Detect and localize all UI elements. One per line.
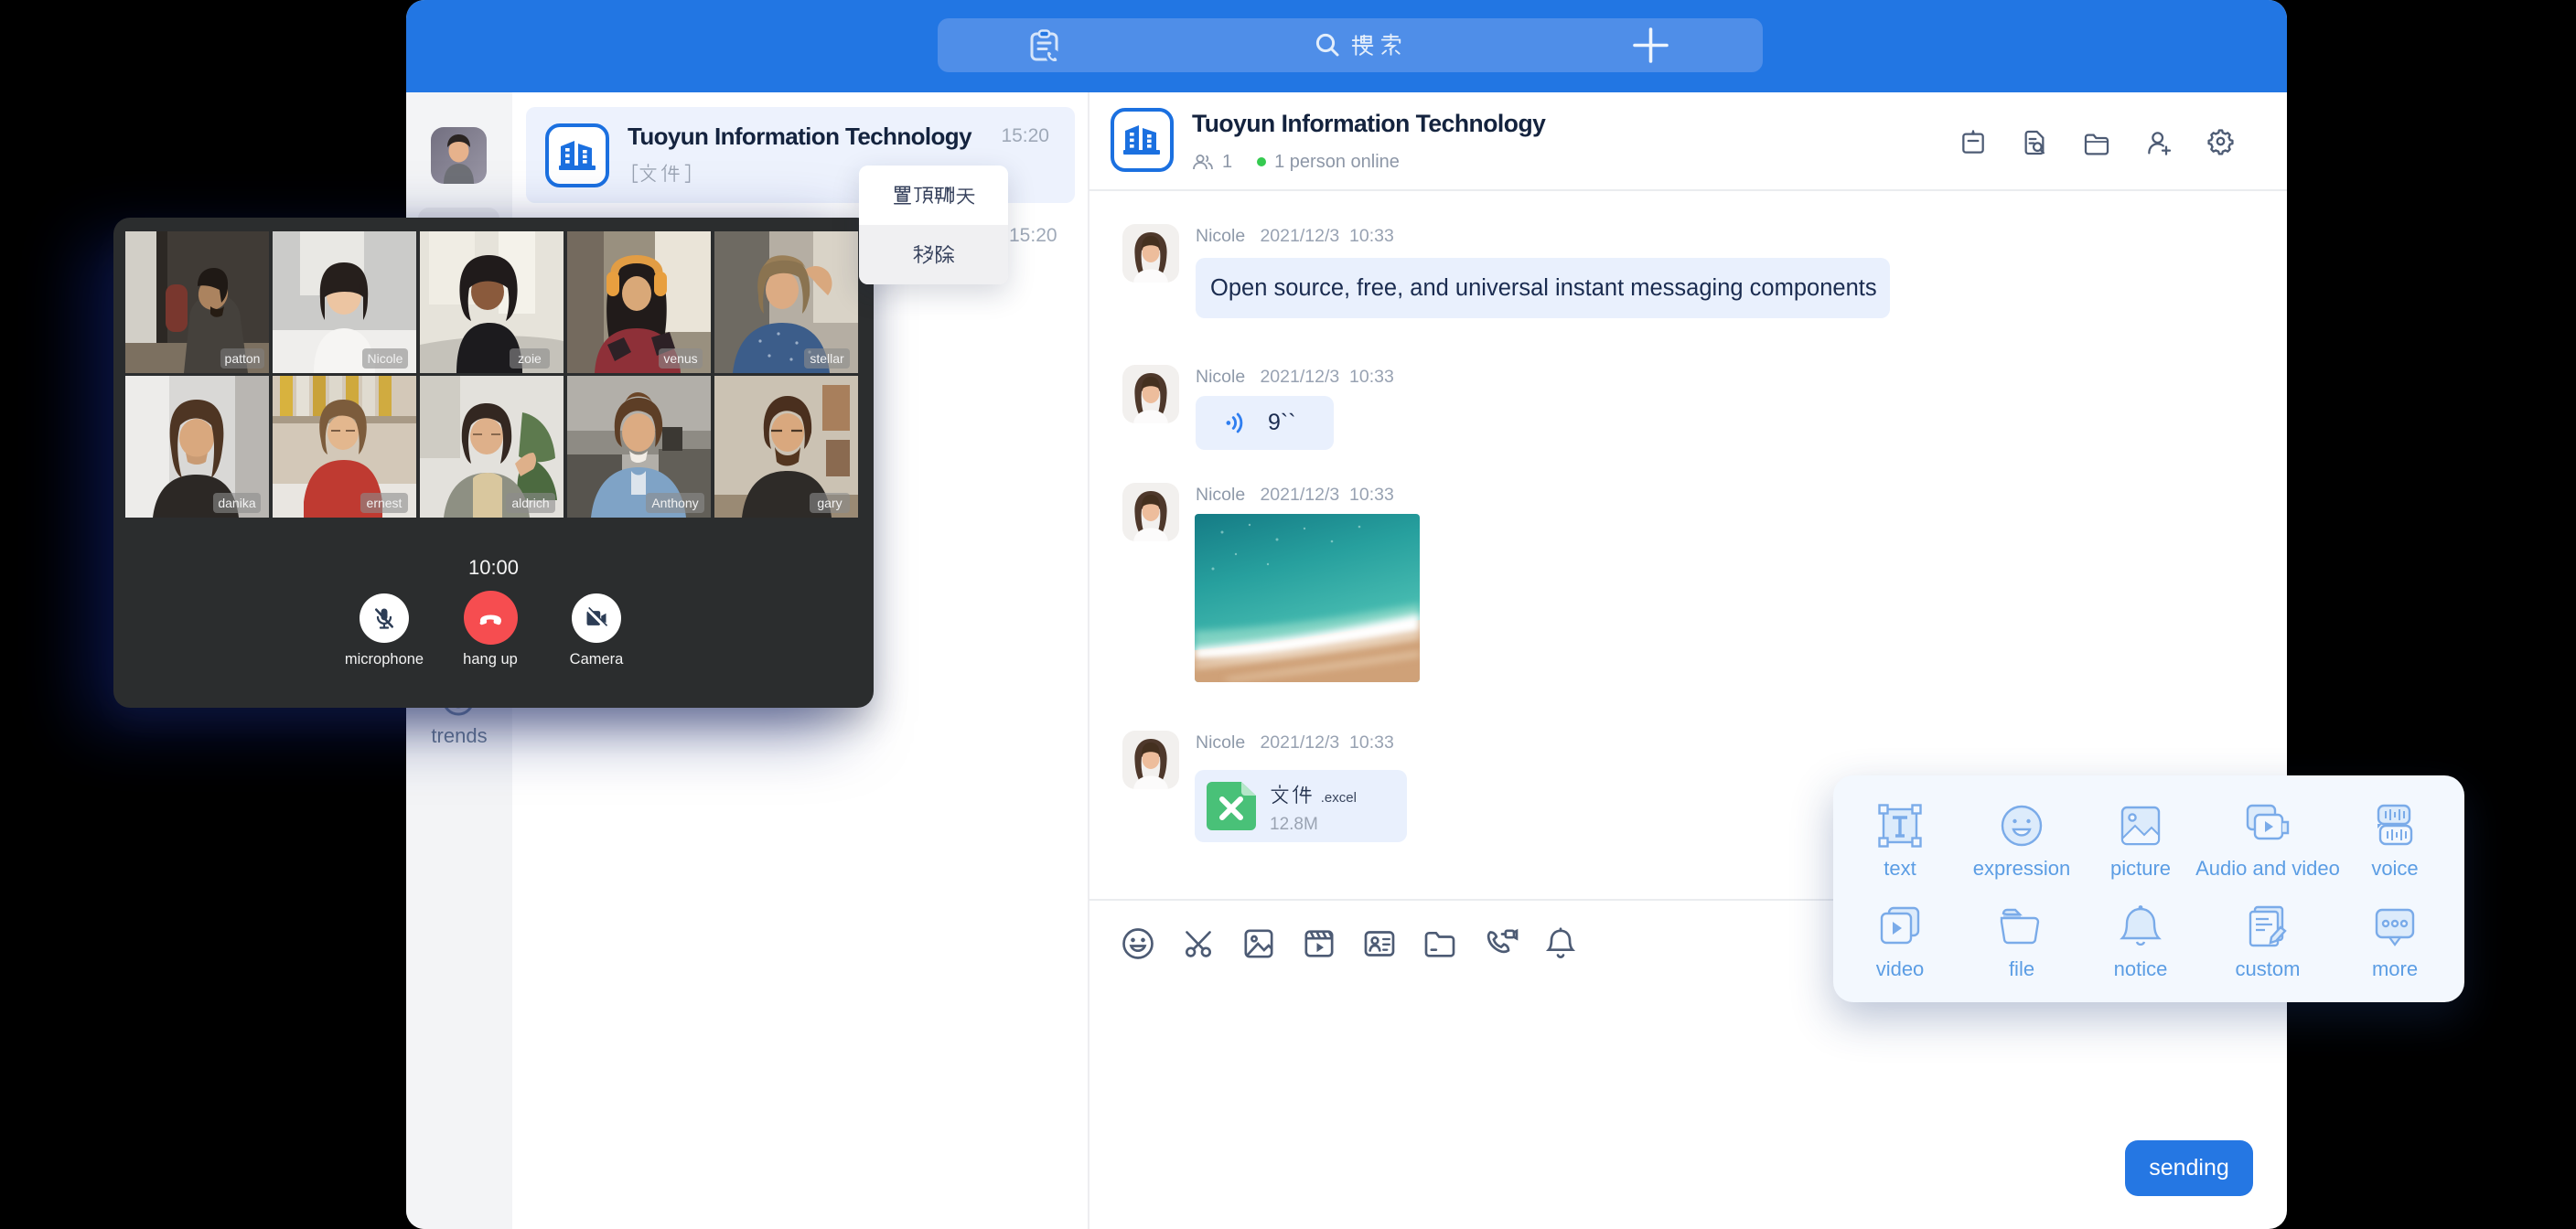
svg-text:stellar: stellar	[810, 351, 844, 366]
svg-text:patton: patton	[225, 351, 261, 366]
svg-text:danika: danika	[218, 496, 255, 510]
svg-text:aldrich: aldrich	[511, 496, 549, 510]
svg-text:ernest: ernest	[367, 496, 402, 510]
svg-text:venus: venus	[663, 351, 697, 366]
svg-text:gary: gary	[817, 496, 842, 510]
svg-text:zoie: zoie	[518, 351, 542, 366]
svg-text:Nicole: Nicole	[368, 351, 403, 366]
svg-text:Anthony: Anthony	[651, 496, 698, 510]
